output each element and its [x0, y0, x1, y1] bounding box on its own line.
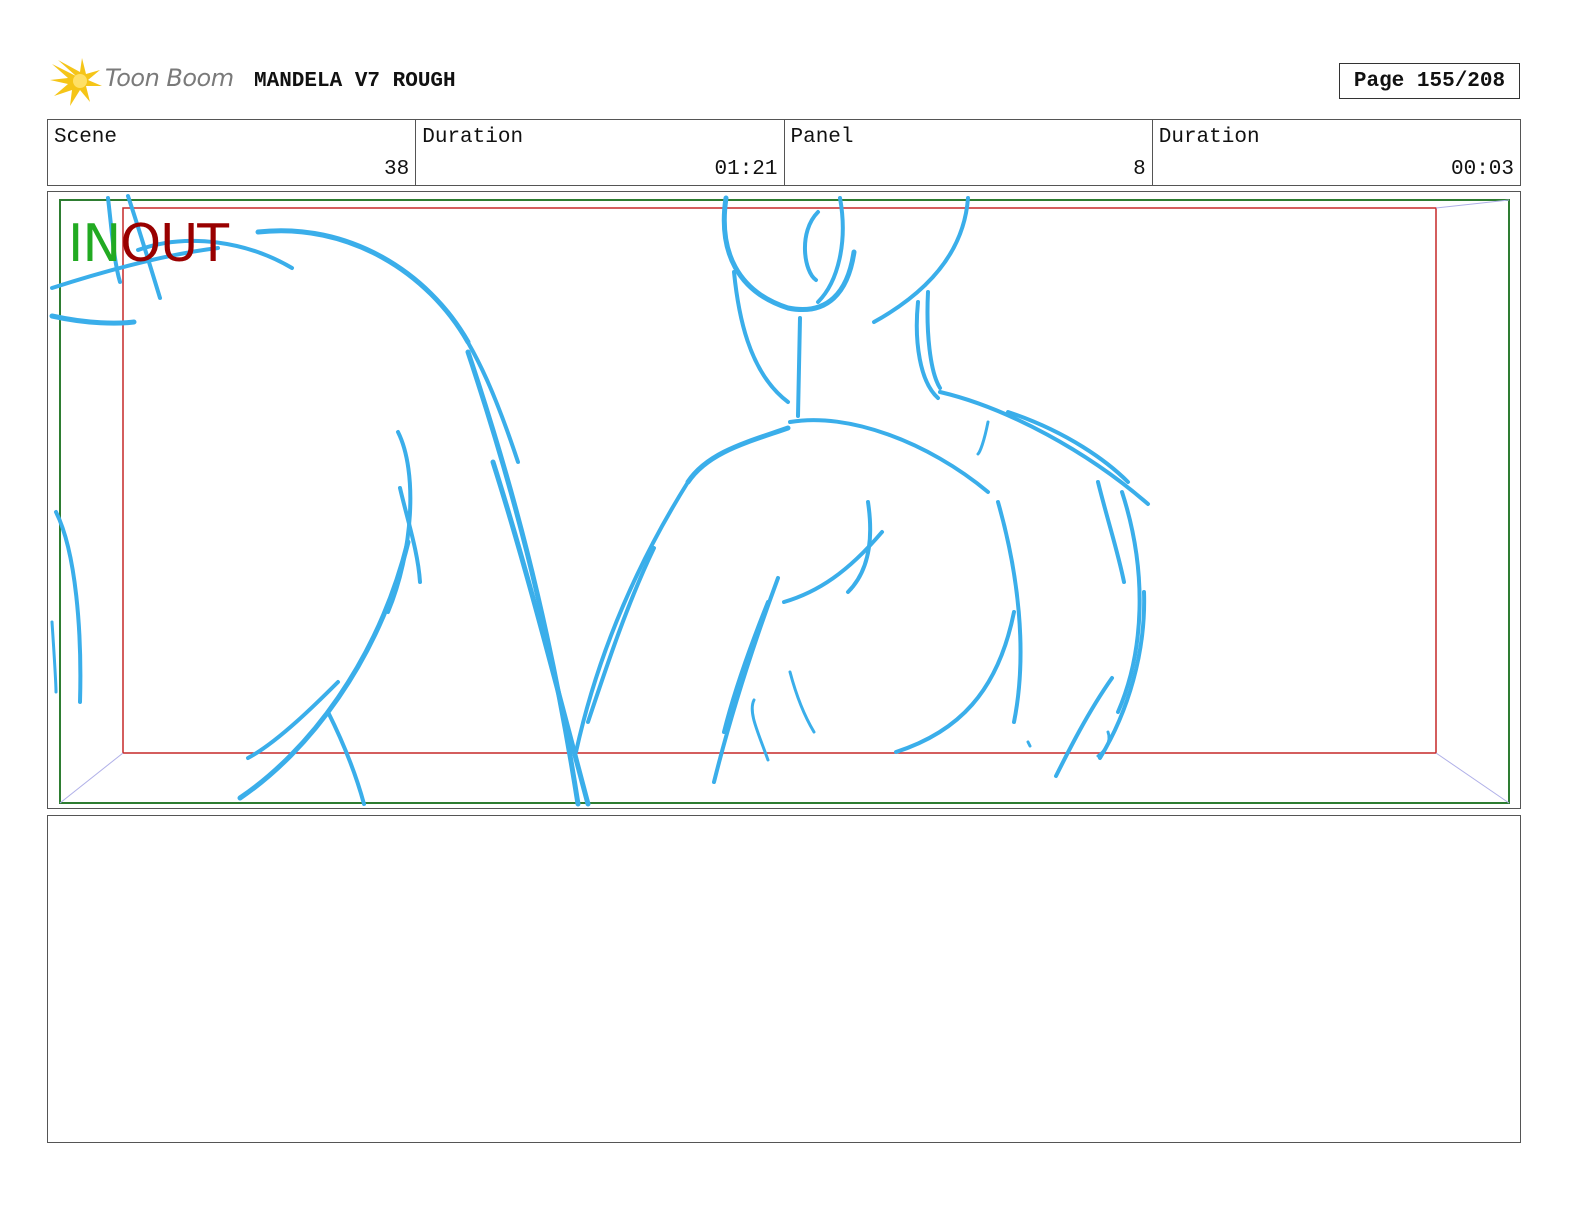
panel-notes-area[interactable] — [47, 815, 1521, 1143]
panel-artwork — [49, 194, 1510, 807]
scene-info-table: Scene 38 Duration 01:21 Panel 8 Duration… — [47, 119, 1521, 186]
toon-boom-logo: Toon Boom — [50, 56, 250, 108]
panel-label: Panel — [790, 126, 854, 149]
panel-duration-value: 00:03 — [1450, 158, 1514, 181]
camera-in-label: IN — [68, 214, 121, 274]
camera-out-label: OUT — [120, 214, 229, 274]
brand-name: Toon Boom — [105, 64, 234, 92]
scene-duration-cell: Duration 01:21 — [415, 120, 783, 185]
scene-duration-value: 01:21 — [714, 158, 778, 181]
page-indicator: Page 155/208 — [1339, 63, 1520, 99]
project-title: MANDELA V7 ROUGH — [254, 70, 456, 93]
panel-duration-label: Duration — [1158, 126, 1260, 149]
in-out-markers: INOUT — [68, 214, 229, 274]
panel-value: 8 — [1133, 158, 1146, 181]
scene-label: Scene — [54, 126, 118, 149]
storyboard-panel: INOUT — [47, 191, 1521, 809]
panel-cell: Panel 8 — [783, 120, 1152, 185]
sketch-strokes — [49, 194, 1150, 807]
camera-out-frame — [122, 207, 1437, 754]
camera-in-frame — [59, 199, 1510, 804]
scene-cell: Scene 38 — [48, 120, 415, 185]
camera-move-lines — [59, 199, 1510, 804]
panel-duration-cell: Duration 00:03 — [1151, 120, 1520, 185]
scene-duration-label: Duration — [422, 126, 524, 149]
starburst-icon — [50, 58, 102, 106]
scene-value: 38 — [384, 158, 410, 181]
